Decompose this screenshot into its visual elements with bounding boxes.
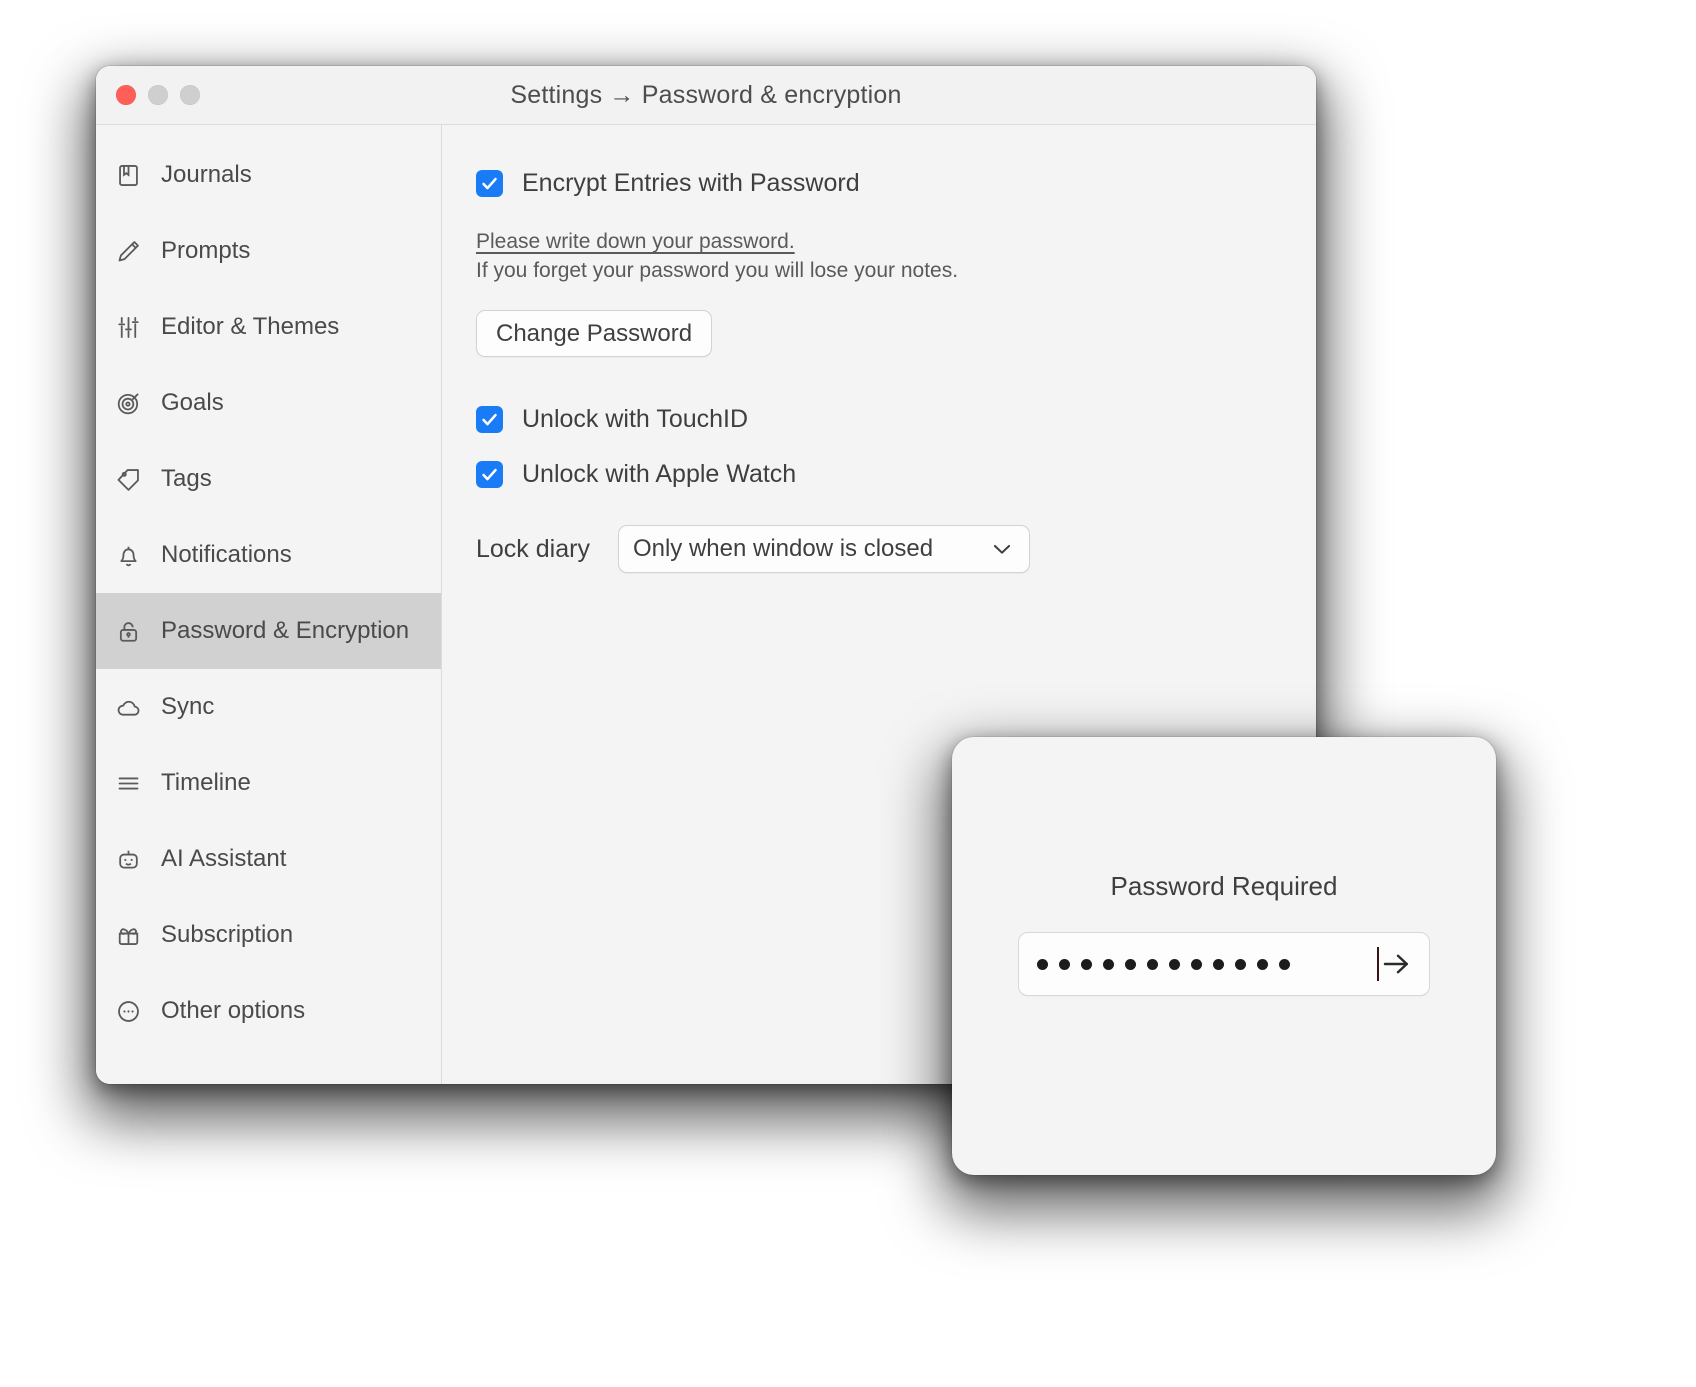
password-dot	[1169, 958, 1180, 970]
sidebar-item-journals[interactable]: Journals	[96, 137, 441, 213]
sidebar-item-label: Prompts	[161, 237, 251, 264]
sidebar-item-label: Goals	[161, 389, 224, 416]
password-dot	[1279, 958, 1290, 970]
unlock-touchid-label: Unlock with TouchID	[522, 405, 749, 433]
lock-icon	[113, 616, 143, 646]
sidebar-item-label: Timeline	[161, 769, 251, 796]
password-dot	[1147, 958, 1158, 970]
gift-icon	[113, 920, 143, 950]
settings-sidebar: Journals Prompts Editor & Themes Goals T…	[96, 125, 442, 1084]
window-titlebar: Settings → Password & encryption	[96, 66, 1316, 125]
list-lines-icon	[113, 768, 143, 798]
sidebar-item-ai-assistant[interactable]: AI Assistant	[96, 821, 441, 897]
lock-diary-select[interactable]: Only when window is closed	[617, 525, 1030, 573]
robot-icon	[113, 844, 143, 874]
unlock-touchid-checkbox[interactable]	[476, 406, 503, 433]
sidebar-item-label: AI Assistant	[161, 845, 287, 872]
sidebar-item-label: Password & Encryption	[161, 617, 410, 644]
sidebar-item-tags[interactable]: Tags	[96, 441, 441, 517]
password-input-field[interactable]	[1018, 932, 1430, 996]
sidebar-item-label: Notifications	[161, 541, 292, 568]
unlock-applewatch-row[interactable]: Unlock with Apple Watch	[476, 460, 1316, 489]
password-dot	[1191, 958, 1202, 970]
sidebar-item-label: Subscription	[161, 921, 294, 948]
sidebar-item-label: Editor & Themes	[161, 313, 340, 340]
password-dot	[1213, 958, 1224, 970]
encrypt-entries-label: Encrypt Entries with Password	[522, 169, 860, 197]
target-icon	[113, 388, 143, 418]
cloud-icon	[113, 692, 143, 722]
password-dot	[1081, 958, 1092, 970]
sidebar-item-notifications[interactable]: Notifications	[96, 517, 441, 593]
password-dot	[1059, 958, 1070, 970]
ellipsis-circle-icon	[113, 996, 143, 1026]
password-dot	[1257, 958, 1268, 970]
sidebar-item-sync[interactable]: Sync	[96, 669, 441, 745]
sidebar-item-subscription[interactable]: Subscription	[96, 897, 441, 973]
pencil-icon	[113, 236, 143, 266]
sidebar-item-password-encryption[interactable]: Password & Encryption	[96, 593, 441, 669]
bell-icon	[113, 540, 143, 570]
lock-diary-selected-value: Only when window is closed	[632, 535, 934, 562]
lock-diary-label: Lock diary	[476, 534, 590, 563]
sidebar-item-goals[interactable]: Goals	[96, 365, 441, 441]
sliders-icon	[113, 312, 143, 342]
lock-diary-row: Lock diary Only when window is closed	[476, 525, 1316, 573]
password-warning-line2: If you forget your password you will los…	[476, 259, 959, 282]
password-dot	[1037, 958, 1048, 970]
change-password-button[interactable]: Change Password	[476, 310, 713, 357]
sidebar-item-label: Other options	[161, 997, 306, 1024]
unlock-touchid-row[interactable]: Unlock with TouchID	[476, 405, 1316, 434]
password-dot	[1103, 958, 1114, 970]
password-dot	[1235, 958, 1246, 970]
password-masked-value	[1037, 958, 1367, 970]
encrypt-entries-checkbox[interactable]	[476, 170, 503, 197]
password-dot	[1125, 958, 1136, 970]
arrow-right-icon[interactable]	[1379, 947, 1413, 981]
sidebar-item-editor-themes[interactable]: Editor & Themes	[96, 289, 441, 365]
unlock-applewatch-checkbox[interactable]	[476, 461, 503, 488]
password-dialog-title: Password Required	[1110, 871, 1338, 901]
password-required-dialog: Password Required	[952, 737, 1496, 1175]
password-warning: Please write down your password. If you …	[476, 230, 1316, 283]
tag-icon	[113, 464, 143, 494]
encrypt-entries-row[interactable]: Encrypt Entries with Password	[476, 169, 1316, 198]
sidebar-item-label: Tags	[161, 465, 212, 492]
sidebar-item-label: Journals	[161, 161, 252, 188]
unlock-applewatch-label: Unlock with Apple Watch	[522, 460, 797, 488]
screenshot-stage: Settings → Password & encryption Journal…	[0, 0, 1696, 1387]
journal-icon	[113, 160, 143, 190]
sidebar-item-prompts[interactable]: Prompts	[96, 213, 441, 289]
password-warning-line1: Please write down your password.	[476, 230, 795, 253]
sidebar-item-label: Sync	[161, 693, 215, 720]
sidebar-item-other-options[interactable]: Other options	[96, 973, 441, 1049]
window-title: Settings → Password & encryption	[510, 81, 902, 109]
sidebar-item-timeline[interactable]: Timeline	[96, 745, 441, 821]
chevron-down-icon	[989, 536, 1015, 562]
